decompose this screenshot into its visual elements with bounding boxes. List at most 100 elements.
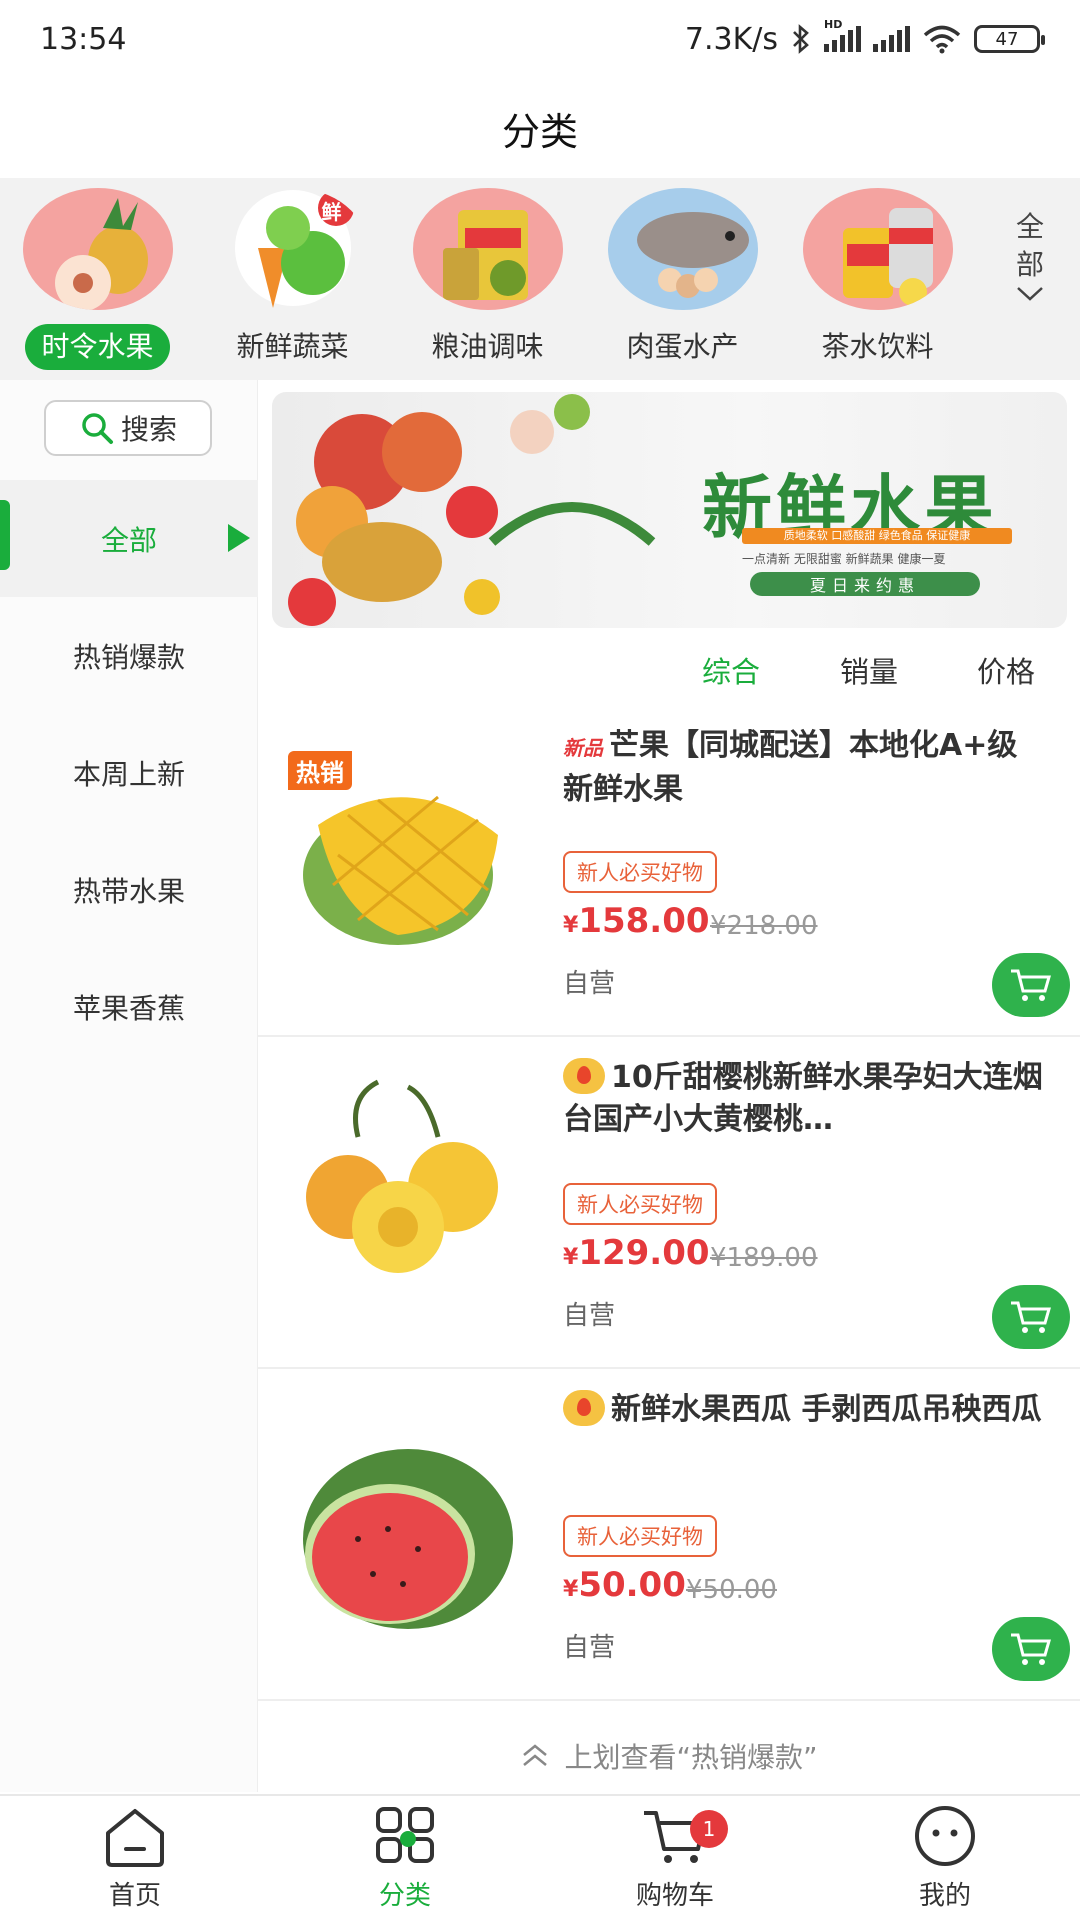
- promo-tag: 新人必买好物: [563, 1515, 717, 1557]
- sidebar-item-label: 热销爆款: [72, 640, 185, 674]
- category-all-label-1: 全: [1015, 210, 1044, 243]
- sidebar-item-hot-sale[interactable]: 热销爆款: [0, 597, 258, 714]
- sort-tabs: 综合 销量 价格: [258, 635, 1080, 707]
- double-chevron-up-icon: [523, 1744, 548, 1766]
- sidebar-item-new-this-week[interactable]: 本周上新: [0, 714, 258, 831]
- shop-type: 自营: [563, 1633, 616, 1663]
- promo-banner[interactable]: 新鲜水果 质地柔软 口感酸甜 绿色食品 保证健康 一点清新 无限甜蜜 新鲜蔬果 …: [272, 392, 1067, 628]
- sidebar-item-label: 苹果香蕉: [72, 991, 185, 1025]
- price-value: 158.00: [578, 901, 710, 941]
- cart-icon: [1011, 1301, 1051, 1333]
- fire-icon: [563, 1057, 605, 1094]
- sidebar-item-label: 热带水果: [72, 874, 185, 908]
- sidebar-item-label: 全部: [100, 523, 157, 557]
- cart-count-badge: 1: [690, 1810, 728, 1848]
- product-card-cherry[interactable]: 10斤甜樱桃新鲜水果孕妇大连烟台国产小大黄樱桃… 新人必买好物 ¥129.00 …: [258, 1037, 1080, 1369]
- nav-profile[interactable]: 我的: [810, 1796, 1080, 1920]
- scroll-more-hint[interactable]: 上划查看“热销爆款”: [258, 1720, 1080, 1792]
- banner-features: 质地柔软 口感酸甜 绿色食品 保证健康: [742, 528, 1012, 544]
- fresh-stamp: 鲜: [321, 200, 342, 224]
- category-all-button[interactable]: 全 部: [990, 208, 1070, 304]
- product-image-cherry: [306, 1079, 498, 1273]
- tab-comprehensive[interactable]: 综合: [702, 649, 760, 691]
- product-card-mango[interactable]: 热销 新品 芒果【同城配送】本地化A+级新鲜水果 新人必买好物 ¥158.00 ¥…: [258, 705, 1080, 1037]
- category-vegetables-image: 鲜: [217, 188, 368, 310]
- currency-symbol: ¥: [563, 913, 579, 938]
- search-button[interactable]: 搜索: [44, 400, 212, 456]
- category-fruit-image: [22, 188, 173, 310]
- search-icon: [82, 413, 113, 444]
- chevron-down-icon: [1017, 287, 1043, 301]
- page-header: 分类: [0, 78, 1080, 178]
- original-price: ¥189.00: [710, 1243, 818, 1273]
- banner-subtitle: 夏日来约惠: [750, 572, 980, 596]
- add-to-cart-button[interactable]: [992, 953, 1070, 1017]
- product-price: ¥158.00: [563, 901, 710, 941]
- category-all-label-2: 部: [1015, 248, 1044, 281]
- category-grain-oil-image: [412, 188, 563, 310]
- bottom-nav: 首页 分类 1 购物车 我的: [0, 1794, 1080, 1920]
- currency-symbol: ¥: [563, 1245, 579, 1270]
- product-title-text: 芒果【同城配送】本地化A+级新鲜水果: [563, 728, 1018, 807]
- category-list: 时令水果 鲜 新鲜蔬菜 粮油调味 肉蛋水产 茶水饮料: [0, 178, 975, 380]
- hot-sale-badge: 热销: [288, 751, 352, 790]
- fire-icon: [563, 1389, 605, 1426]
- category-item-vegetables[interactable]: 鲜 新鲜蔬菜: [195, 178, 390, 380]
- battery-icon: 47: [974, 25, 1045, 53]
- cart-icon: [1011, 1633, 1051, 1665]
- network-speed: 7.3K/s: [684, 21, 778, 57]
- status-icons: 7.3K/s HD 47: [684, 18, 1045, 57]
- cart-icon: [1011, 969, 1051, 1001]
- page-title: 分类: [501, 109, 578, 154]
- nav-label: 分类: [378, 1881, 431, 1911]
- product-card-watermelon[interactable]: 新鲜水果西瓜 手剥西瓜吊秧西瓜 新人必买好物 ¥50.00 ¥50.00 自营: [258, 1369, 1080, 1701]
- product-title: 10斤甜樱桃新鲜水果孕妇大连烟台国产小大黄樱桃…: [563, 1057, 1043, 1141]
- product-price: ¥50.00: [563, 1565, 686, 1605]
- add-to-cart-button[interactable]: [992, 1617, 1070, 1681]
- wifi-icon: [923, 25, 961, 54]
- category-strip: 时令水果 鲜 新鲜蔬菜 粮油调味 肉蛋水产 茶水饮料 全 部: [0, 178, 1080, 380]
- category-item-drinks[interactable]: 茶水饮料: [780, 178, 975, 380]
- category-label: 茶水饮料: [821, 330, 934, 363]
- sidebar: 搜索 全部 热销爆款 本周上新 热带水果 苹果香蕉: [0, 380, 258, 1792]
- status-bar: 13:54 7.3K/s HD 47: [0, 0, 1080, 78]
- product-title-text: 新鲜水果西瓜 手剥西瓜吊秧西瓜: [611, 1392, 1042, 1427]
- sidebar-item-all[interactable]: 全部: [0, 480, 258, 597]
- fruit-basket-image: [288, 394, 656, 626]
- sidebar-item-apple-banana[interactable]: 苹果香蕉: [0, 948, 258, 1065]
- product-title-text: 10斤甜樱桃新鲜水果孕妇大连烟台国产小大黄樱桃…: [563, 1060, 1043, 1137]
- sidebar-item-tropical-fruit[interactable]: 热带水果: [0, 831, 258, 948]
- category-item-meat-egg[interactable]: 肉蛋水产: [585, 178, 780, 380]
- promo-tag: 新人必买好物: [563, 1183, 717, 1225]
- currency-symbol: ¥: [563, 1577, 579, 1602]
- category-label: 新鲜蔬菜: [236, 330, 349, 363]
- category-drinks-image: [802, 188, 953, 310]
- bluetooth-icon: [793, 24, 809, 54]
- category-label: 肉蛋水产: [626, 330, 739, 363]
- nav-cart[interactable]: 1 购物车: [540, 1796, 810, 1920]
- price-value: 129.00: [578, 1233, 710, 1273]
- category-item-fruit[interactable]: 时令水果: [0, 178, 195, 380]
- add-to-cart-button[interactable]: [992, 1285, 1070, 1349]
- battery-level: 47: [995, 28, 1019, 50]
- status-time: 13:54: [40, 21, 127, 57]
- product-title: 新鲜水果西瓜 手剥西瓜吊秧西瓜: [563, 1389, 1043, 1431]
- hd-signal-icon: HD: [824, 18, 861, 52]
- profile-icon: [915, 1806, 975, 1866]
- nav-home[interactable]: 首页: [0, 1796, 270, 1920]
- category-meat-egg-image: [607, 188, 758, 310]
- new-tag: 新品: [563, 736, 603, 760]
- nav-label: 我的: [918, 1881, 971, 1911]
- shop-type: 自营: [563, 1301, 616, 1331]
- banner-features-text: 质地柔软 口感酸甜 绿色食品 保证健康: [783, 529, 971, 542]
- nav-label: 首页: [108, 1881, 161, 1911]
- active-indicator: [0, 500, 10, 570]
- nav-category[interactable]: 分类: [270, 1796, 540, 1920]
- product-price: ¥129.00: [563, 1233, 710, 1273]
- tab-price[interactable]: 价格: [977, 649, 1035, 691]
- category-item-grain-oil[interactable]: 粮油调味: [390, 178, 585, 380]
- original-price: ¥218.00: [710, 911, 818, 941]
- tab-sales[interactable]: 销量: [840, 649, 898, 691]
- promo-tag: 新人必买好物: [563, 851, 717, 893]
- home-icon: [106, 1809, 164, 1867]
